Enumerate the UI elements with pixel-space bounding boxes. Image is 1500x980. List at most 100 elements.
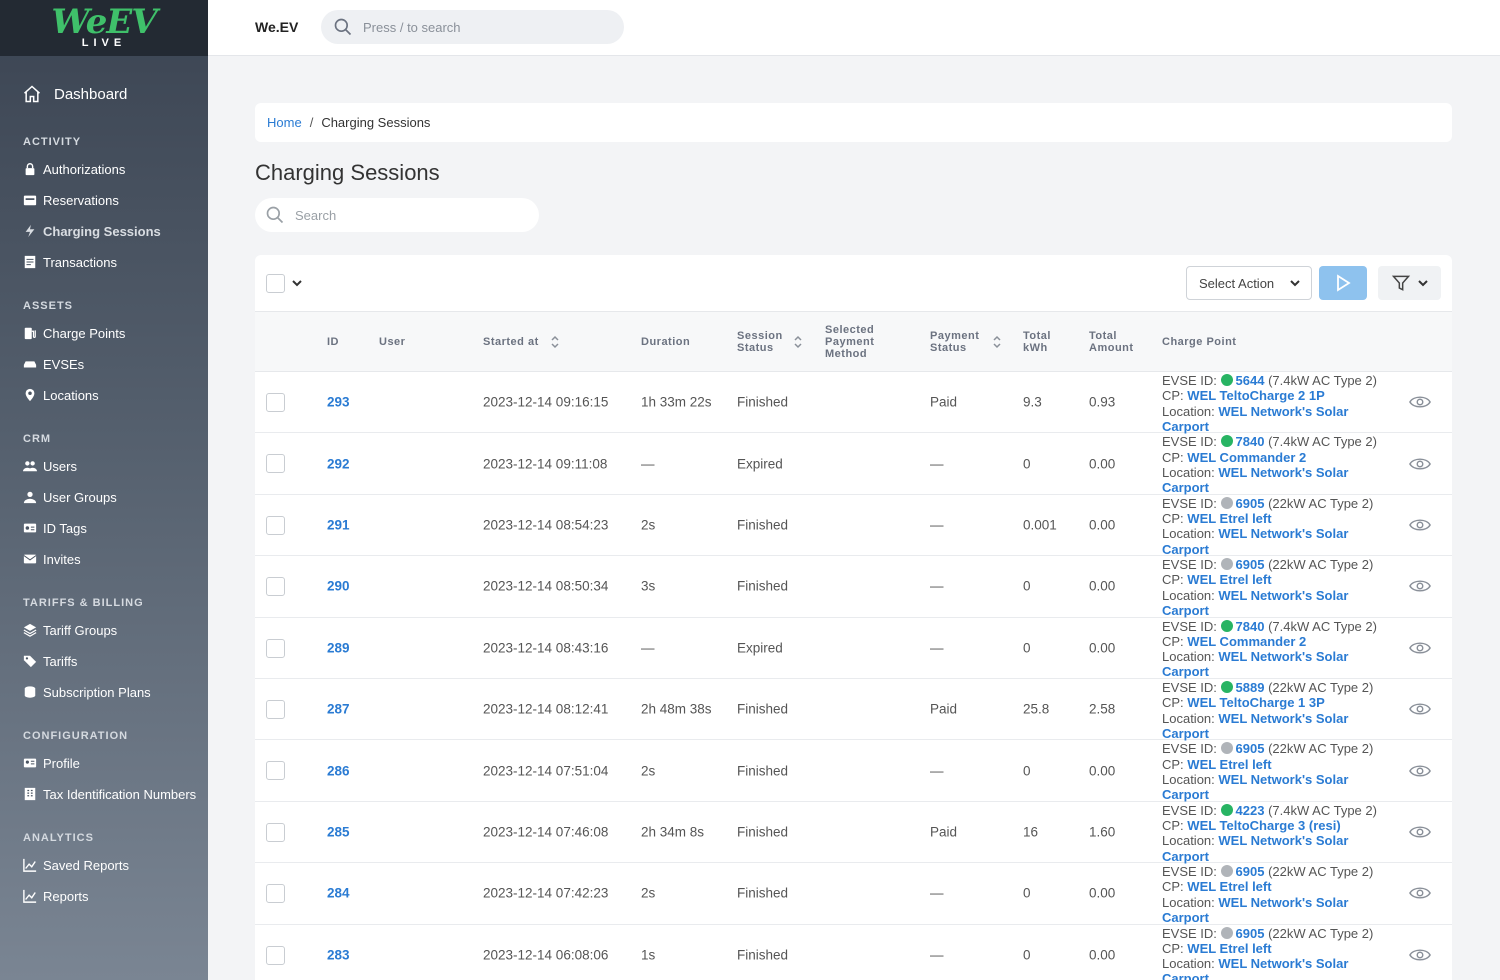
charge-point-link[interactable]: WEL Commander 2	[1187, 634, 1306, 649]
evse-id-link[interactable]: 7840	[1236, 434, 1265, 449]
table-row[interactable]: 291 2023-12-14 08:54:23 2s Finished — 0.…	[255, 495, 1452, 557]
sidebar-item-invites[interactable]: Invites	[0, 544, 208, 575]
col-payment-status[interactable]: Payment Status	[930, 330, 979, 354]
session-id-link[interactable]: 287	[327, 702, 350, 717]
charge-point-link[interactable]: WEL Etrel left	[1187, 757, 1271, 772]
location-link[interactable]: WEL Network's Solar	[1218, 956, 1348, 971]
location-link[interactable]: WEL Network's Solar	[1218, 588, 1348, 603]
evse-id-link[interactable]: 7840	[1236, 619, 1265, 634]
col-payment-method[interactable]: Selected Payment Method	[825, 324, 874, 360]
col-session-status[interactable]: Session Status	[737, 330, 783, 354]
session-id-link[interactable]: 293	[327, 395, 350, 410]
charge-point-link[interactable]: WEL Commander 2	[1187, 450, 1306, 465]
evse-id-link[interactable]: 6905	[1236, 926, 1265, 941]
table-row[interactable]: 284 2023-12-14 07:42:23 2s Finished — 0 …	[255, 863, 1452, 925]
row-checkbox[interactable]	[266, 638, 285, 658]
col-charge-point[interactable]: Charge Point	[1162, 336, 1236, 348]
chevron-down-icon[interactable]	[291, 278, 303, 288]
evse-id-link[interactable]: 6905	[1236, 557, 1265, 572]
col-total-kwh[interactable]: Total kWh	[1023, 330, 1051, 354]
view-eye-icon[interactable]	[1409, 578, 1431, 594]
table-row[interactable]: 283 2023-12-14 06:08:06 1s Finished — 0 …	[255, 925, 1452, 980]
filter-button[interactable]	[1378, 266, 1441, 300]
location-link[interactable]: WEL Network's Solar	[1218, 465, 1348, 480]
session-id-link[interactable]: 284	[327, 886, 350, 901]
session-id-link[interactable]: 290	[327, 579, 350, 594]
location-link-cont[interactable]: Carport	[1162, 971, 1209, 980]
sidebar-item-tariff-groups[interactable]: Tariff Groups	[0, 615, 208, 646]
sidebar-item-saved-reports[interactable]: Saved Reports	[0, 850, 208, 881]
col-started-at[interactable]: Started at	[483, 336, 539, 348]
location-link[interactable]: WEL Network's Solar	[1218, 833, 1348, 848]
row-checkbox[interactable]	[266, 699, 285, 719]
location-link[interactable]: WEL Network's Solar	[1218, 711, 1348, 726]
row-checkbox[interactable]	[266, 761, 285, 781]
sidebar-item-profile[interactable]: Profile	[0, 748, 208, 779]
charge-point-link[interactable]: WEL TeltoCharge 2 1P	[1187, 388, 1325, 403]
row-checkbox[interactable]	[266, 884, 285, 904]
col-duration[interactable]: Duration	[641, 336, 690, 348]
sidebar-item-charging-sessions[interactable]: Charging Sessions	[0, 216, 208, 247]
session-id-link[interactable]: 283	[327, 947, 350, 962]
location-link-cont[interactable]: Carport	[1162, 787, 1209, 802]
sidebar-item-id-tags[interactable]: ID Tags	[0, 513, 208, 544]
breadcrumb-home-link[interactable]: Home	[267, 115, 302, 130]
location-link-cont[interactable]: Carport	[1162, 726, 1209, 741]
row-checkbox[interactable]	[266, 515, 285, 535]
charge-point-link[interactable]: WEL Etrel left	[1187, 511, 1271, 526]
charge-point-link[interactable]: WEL Etrel left	[1187, 941, 1271, 956]
table-row[interactable]: 290 2023-12-14 08:50:34 3s Finished — 0 …	[255, 556, 1452, 618]
charge-point-link[interactable]: WEL Etrel left	[1187, 572, 1271, 587]
table-row[interactable]: 292 2023-12-14 09:11:08 — Expired — 0 0.…	[255, 433, 1452, 495]
view-eye-icon[interactable]	[1409, 517, 1431, 533]
col-id[interactable]: ID	[327, 336, 339, 348]
evse-id-link[interactable]: 5644	[1236, 373, 1265, 388]
location-link-cont[interactable]: Carport	[1162, 849, 1209, 864]
sidebar-item-evses[interactable]: EVSEs	[0, 349, 208, 380]
view-eye-icon[interactable]	[1409, 640, 1431, 656]
sidebar-item-tax-identification-numbers[interactable]: Tax Identification Numbers	[0, 779, 208, 810]
table-row[interactable]: 285 2023-12-14 07:46:08 2h 34m 8s Finish…	[255, 802, 1452, 864]
view-eye-icon[interactable]	[1409, 701, 1431, 717]
session-id-link[interactable]: 286	[327, 763, 350, 778]
location-link[interactable]: WEL Network's Solar	[1218, 404, 1348, 419]
sidebar-item-reservations[interactable]: Reservations	[0, 185, 208, 216]
location-link[interactable]: WEL Network's Solar	[1218, 649, 1348, 664]
session-id-link[interactable]: 292	[327, 456, 350, 471]
row-checkbox[interactable]	[266, 577, 285, 597]
location-link-cont[interactable]: Carport	[1162, 910, 1209, 925]
charge-point-link[interactable]: WEL TeltoCharge 1 3P	[1187, 695, 1325, 710]
row-checkbox[interactable]	[266, 822, 285, 842]
location-link-cont[interactable]: Carport	[1162, 603, 1209, 618]
view-eye-icon[interactable]	[1409, 456, 1431, 472]
row-checkbox[interactable]	[266, 945, 285, 965]
view-eye-icon[interactable]	[1409, 763, 1431, 779]
location-link-cont[interactable]: Carport	[1162, 480, 1209, 495]
table-row[interactable]: 287 2023-12-14 08:12:41 2h 48m 38s Finis…	[255, 679, 1452, 741]
evse-id-link[interactable]: 6905	[1236, 864, 1265, 879]
table-row[interactable]: 293 2023-12-14 09:16:15 1h 33m 22s Finis…	[255, 372, 1452, 434]
location-link-cont[interactable]: Carport	[1162, 419, 1209, 434]
evse-id-link[interactable]: 4223	[1236, 803, 1265, 818]
sort-icon[interactable]	[793, 334, 803, 350]
sidebar-item-locations[interactable]: Locations	[0, 380, 208, 411]
select-action-dropdown[interactable]: Select Action	[1186, 266, 1312, 300]
col-total-amount[interactable]: Total Amount	[1089, 330, 1134, 354]
location-link-cont[interactable]: Carport	[1162, 542, 1209, 557]
table-row[interactable]: 286 2023-12-14 07:51:04 2s Finished — 0 …	[255, 740, 1452, 802]
row-checkbox[interactable]	[266, 393, 285, 412]
location-link[interactable]: WEL Network's Solar	[1218, 772, 1348, 787]
view-eye-icon[interactable]	[1409, 824, 1431, 840]
select-all-checkbox[interactable]	[266, 274, 285, 293]
evse-id-link[interactable]: 6905	[1236, 496, 1265, 511]
view-eye-icon[interactable]	[1409, 885, 1431, 901]
sidebar-item-users[interactable]: Users	[0, 451, 208, 482]
sidebar-item-tariffs[interactable]: Tariffs	[0, 646, 208, 677]
sidebar-item-authorizations[interactable]: Authorizations	[0, 154, 208, 185]
global-search-input[interactable]: Press / to search	[321, 10, 624, 44]
table-row[interactable]: 289 2023-12-14 08:43:16 — Expired — 0 0.…	[255, 618, 1452, 679]
sidebar-item-user-groups[interactable]: User Groups	[0, 482, 208, 513]
sidebar-item-charge-points[interactable]: Charge Points	[0, 318, 208, 349]
charge-point-link[interactable]: WEL TeltoCharge 3 (resi)	[1187, 818, 1340, 833]
sessions-search-input[interactable]: Search	[255, 198, 539, 232]
